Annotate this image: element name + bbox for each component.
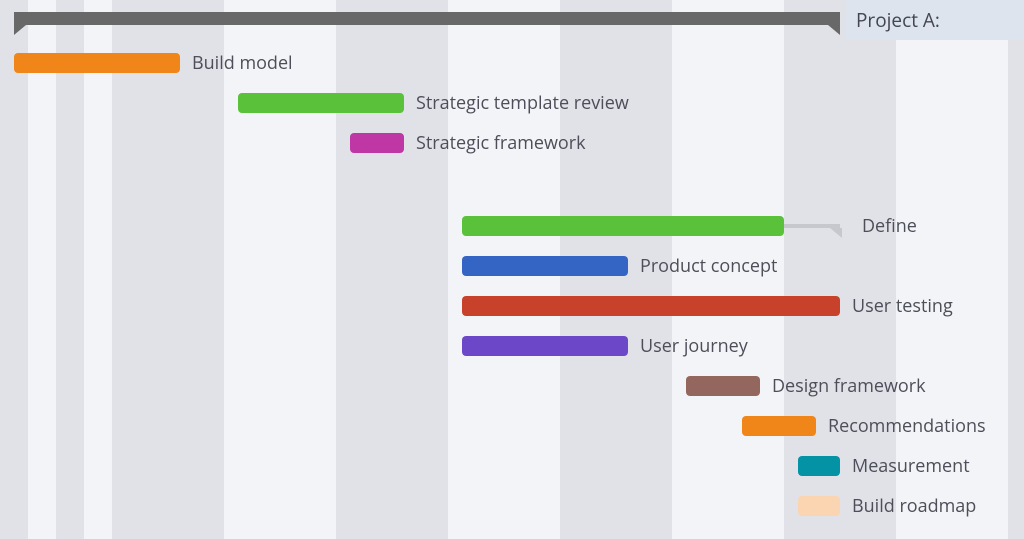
row-build-roadmap: Build roadmap xyxy=(0,496,1024,536)
label-design-framework: Design framework xyxy=(772,376,926,396)
label-strategic-template-review: Strategic template review xyxy=(416,93,629,113)
row-strategic-framework: Strategic framework xyxy=(0,133,1024,173)
row-design-framework: Design framework xyxy=(0,376,1024,416)
bar-build-model[interactable] xyxy=(14,53,180,73)
group-connector-icon xyxy=(784,224,840,228)
row-user-testing: User testing xyxy=(0,296,1024,336)
row-define: Define xyxy=(0,216,1024,256)
label-build-roadmap: Build roadmap xyxy=(852,496,976,516)
bar-define-group[interactable] xyxy=(462,216,784,236)
label-user-testing: User testing xyxy=(852,296,953,316)
label-user-journey: User journey xyxy=(640,336,748,356)
bar-user-testing[interactable] xyxy=(462,296,840,316)
row-recommendations: Recommendations xyxy=(0,416,1024,456)
label-build-model: Build model xyxy=(192,53,293,73)
bar-build-roadmap[interactable] xyxy=(798,496,840,516)
row-measurement: Measurement xyxy=(0,456,1024,496)
bar-user-journey[interactable] xyxy=(462,336,628,356)
bar-product-concept[interactable] xyxy=(462,256,628,276)
row-strategic-template-review: Strategic template review xyxy=(0,93,1024,133)
label-product-concept: Product concept xyxy=(640,256,777,276)
label-strategic-framework: Strategic framework xyxy=(416,133,586,153)
bar-strategic-template-review[interactable] xyxy=(238,93,404,113)
bar-recommendations[interactable] xyxy=(742,416,816,436)
label-measurement: Measurement xyxy=(852,456,970,476)
row-product-concept: Product concept xyxy=(0,256,1024,296)
bar-design-framework[interactable] xyxy=(686,376,760,396)
row-user-journey: User journey xyxy=(0,336,1024,376)
project-title-cell: Project A: xyxy=(846,0,1024,40)
label-define: Define xyxy=(862,216,917,236)
bar-strategic-framework[interactable] xyxy=(350,133,404,153)
row-build-model: Build model xyxy=(0,53,1024,93)
gantt-chart: Project A: Build model Strategic templat… xyxy=(0,0,1024,539)
bar-measurement[interactable] xyxy=(798,456,840,476)
label-recommendations: Recommendations xyxy=(828,416,986,436)
summary-bar-project[interactable] xyxy=(14,12,840,25)
row-project: Project A: xyxy=(0,0,1024,40)
project-title: Project A: xyxy=(856,7,940,33)
